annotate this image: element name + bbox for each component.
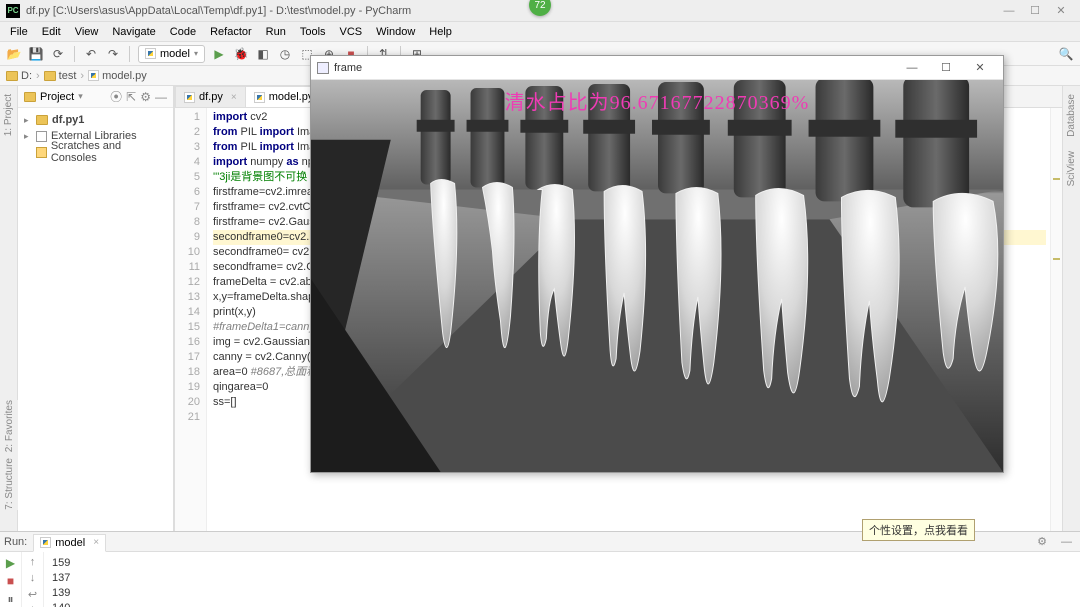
menu-run[interactable]: Run — [260, 24, 292, 40]
window-minimize[interactable]: — — [996, 5, 1022, 17]
rerun-icon[interactable]: ▶ — [6, 556, 15, 570]
menu-window[interactable]: Window — [370, 24, 421, 40]
window-title: df.py [C:\Users\asus\AppData\Local\Temp\… — [26, 5, 996, 17]
ime-tooltip: 个性设置，点我看看 — [862, 519, 975, 541]
stop-icon[interactable]: ■ — [7, 574, 14, 588]
rail-sciview[interactable]: SciView — [1066, 147, 1077, 190]
debug-icon[interactable]: 🐞 — [233, 46, 249, 62]
run-label: Run: — [4, 536, 27, 548]
window-maximize[interactable]: ☐ — [1022, 4, 1048, 17]
folder-icon — [24, 92, 36, 102]
gear-icon[interactable]: ⚙ — [140, 90, 151, 104]
sync-icon[interactable]: ⟳ — [50, 46, 66, 62]
project-tree: ▸df.py1 ▸External Libraries Scratches an… — [18, 108, 173, 164]
gear-icon[interactable]: ⚙ — [1033, 535, 1051, 548]
rail-project[interactable]: 1: Project — [3, 90, 14, 140]
rail-favorites[interactable]: 2: Favorites — [4, 400, 15, 452]
menu-view[interactable]: View — [69, 24, 105, 40]
undo-icon[interactable]: ↶ — [83, 46, 99, 62]
error-stripe[interactable] — [1050, 108, 1062, 531]
project-title: Project — [40, 91, 74, 103]
run-actions: ▶ ■ ⏸ ⏏ ⊞ — [0, 552, 22, 607]
run-icon[interactable]: ▶ — [211, 46, 227, 62]
frame-maximize[interactable]: ☐ — [929, 61, 963, 74]
frame-title: frame — [334, 62, 362, 74]
run-config-name: model — [160, 48, 190, 60]
collapse-icon[interactable]: ⇱ — [126, 90, 136, 104]
search-icon[interactable]: 🔍 — [1058, 46, 1074, 62]
run-output-actions: ↑ ↓ ↩ ⤓ 🖶 🗑 — [22, 552, 44, 607]
frame-minimize[interactable]: — — [895, 62, 929, 74]
folder-icon — [6, 71, 18, 81]
menu-refactor[interactable]: Refactor — [204, 24, 258, 40]
crumb-test[interactable]: test — [44, 70, 77, 82]
coverage-icon[interactable]: ◧ — [255, 46, 271, 62]
save-icon[interactable]: 💾 — [28, 46, 44, 62]
close-icon[interactable]: × — [231, 92, 237, 103]
python-icon — [184, 92, 195, 103]
frame-overlay-text: 清水占比为96.67167722870369% — [311, 86, 1003, 115]
pycharm-icon: PC — [6, 4, 20, 18]
hide-icon[interactable]: ― — [155, 90, 167, 104]
target-icon[interactable]: ⦿ — [110, 88, 122, 105]
menu-tools[interactable]: Tools — [294, 24, 332, 40]
rail-structure[interactable]: 7: Structure — [4, 458, 15, 510]
profile-icon[interactable]: ◷ — [277, 46, 293, 62]
tab-df[interactable]: df.py× — [175, 86, 246, 107]
python-icon — [145, 48, 156, 59]
window-close[interactable]: ✕ — [1048, 4, 1074, 17]
python-icon — [40, 537, 51, 548]
menu-help[interactable]: Help — [423, 24, 458, 40]
open-icon[interactable]: 📂 — [6, 46, 22, 62]
run-tab[interactable]: model× — [33, 534, 106, 552]
crumb-drive[interactable]: D: — [6, 70, 32, 82]
menu-vcs[interactable]: VCS — [334, 24, 369, 40]
right-rail: Database SciView — [1062, 86, 1080, 531]
frame-titlebar: frame — ☐ ✕ — [311, 56, 1003, 80]
scratches-icon — [36, 147, 47, 158]
project-tool-window: Project ▾ ⦿ ⇱ ⚙ ― ▸df.py1 ▸External Libr… — [18, 86, 174, 531]
menu-file[interactable]: File — [4, 24, 34, 40]
library-icon — [36, 131, 47, 142]
main-menu: File Edit View Navigate Code Refactor Ru… — [0, 22, 1080, 42]
wrap-icon[interactable]: ↩ — [28, 588, 37, 601]
pause-icon[interactable]: ⏸ — [7, 592, 13, 607]
frame-image: 清水占比为96.67167722870369% — [311, 80, 1003, 472]
tree-row-scratches[interactable]: Scratches and Consoles — [22, 144, 169, 160]
hide-icon[interactable]: ― — [1057, 536, 1076, 548]
run-output[interactable]: 159137139140132139113189清水占比为96.67167722… — [44, 552, 1080, 607]
up-icon[interactable]: ↑ — [30, 556, 36, 568]
menu-navigate[interactable]: Navigate — [106, 24, 161, 40]
frame-window[interactable]: frame — ☐ ✕ — [310, 55, 1004, 473]
frame-close[interactable]: ✕ — [963, 61, 997, 74]
tree-row-project[interactable]: ▸df.py1 — [22, 112, 169, 128]
run-tool-window: Run: model× ⚙ ― ▶ ■ ⏸ ⏏ ⊞ ↑ ↓ ↩ ⤓ 🖶 🗑 15… — [0, 531, 1080, 607]
python-icon — [88, 70, 99, 81]
opencv-icon — [317, 62, 329, 74]
python-icon — [254, 92, 265, 103]
line-gutter: 123456789101112131415161718192021 — [175, 108, 207, 531]
rail-database[interactable]: Database — [1066, 90, 1077, 141]
run-config-selector[interactable]: model ▾ — [138, 45, 205, 63]
menu-code[interactable]: Code — [164, 24, 202, 40]
down-icon[interactable]: ↓ — [30, 572, 36, 584]
redo-icon[interactable]: ↷ — [105, 46, 121, 62]
menu-edit[interactable]: Edit — [36, 24, 67, 40]
folder-icon — [44, 71, 56, 81]
crumb-file[interactable]: model.py — [88, 70, 147, 82]
folder-icon — [36, 115, 48, 125]
